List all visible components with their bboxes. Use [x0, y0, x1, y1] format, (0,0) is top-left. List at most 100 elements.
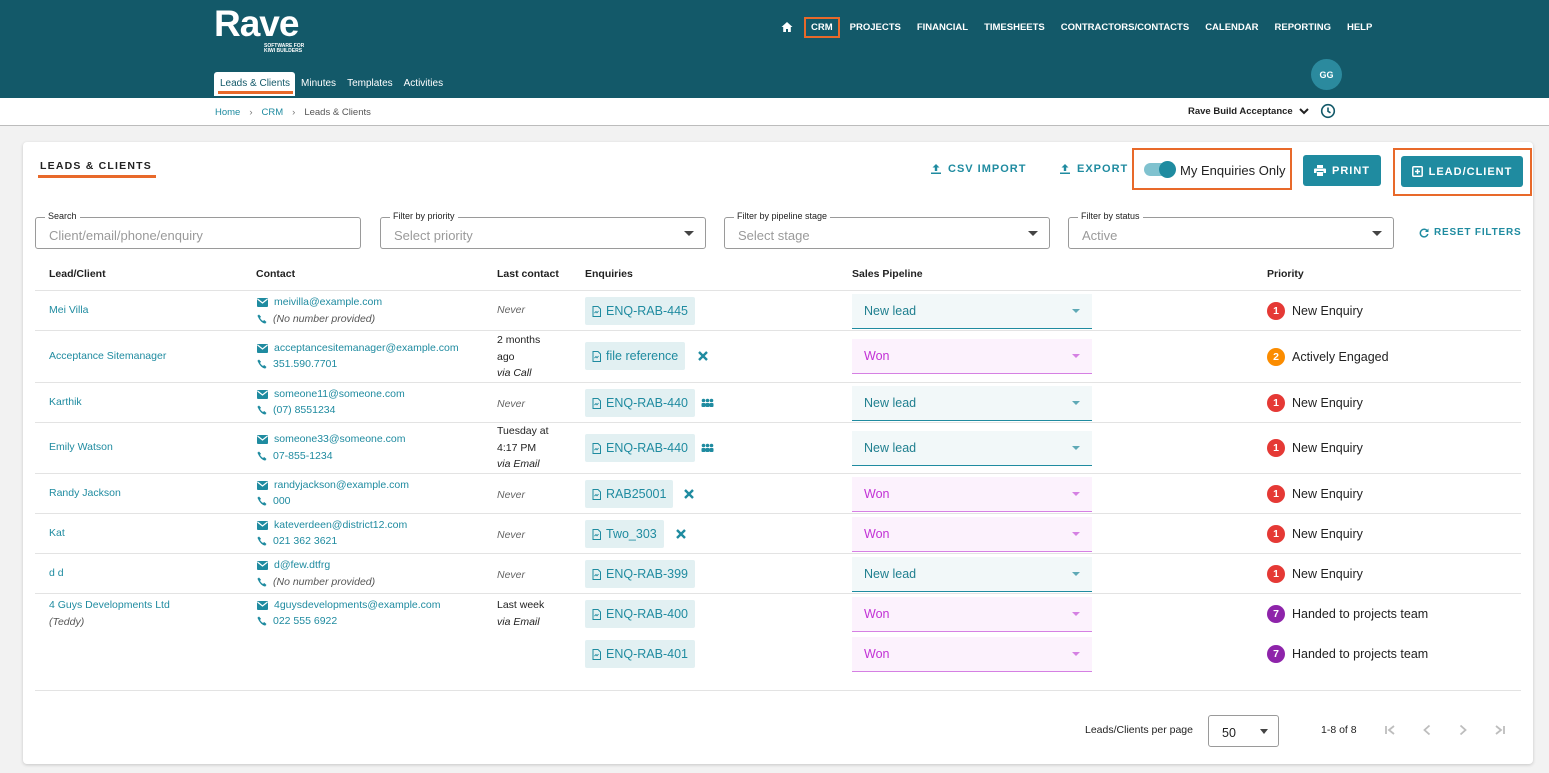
contact-email[interactable]: 4guysdevelopments@example.com [257, 599, 441, 611]
my-enquiries-label[interactable]: My Enquiries Only [1180, 163, 1285, 178]
col-header-priority[interactable]: Priority [1267, 268, 1304, 280]
home-icon[interactable] [780, 20, 794, 34]
per-page-select[interactable]: 50 [1208, 715, 1279, 747]
table-row[interactable]: Mei Villa meivilla@example.com (No numbe… [35, 290, 1521, 330]
enquiry-chip[interactable]: ENQ-RAB-401 [585, 640, 695, 668]
nav-financial[interactable]: FINANCIAL [911, 18, 974, 37]
table-row[interactable]: Kat kateverdeen@district12.com 021 362 3… [35, 513, 1521, 553]
people-group-icon [701, 443, 714, 452]
enquiry-chip[interactable]: ENQ-RAB-440 [585, 434, 695, 462]
lead-name-link[interactable]: 4 Guys Developments Ltd [49, 599, 170, 611]
nav-reporting[interactable]: REPORTING [1269, 18, 1337, 37]
pipeline-stage-select[interactable]: Won [852, 597, 1092, 632]
nav-calendar[interactable]: CALENDAR [1199, 18, 1264, 37]
contact-email[interactable]: someone33@someone.com [257, 433, 405, 445]
enquiry-chip[interactable]: ENQ-RAB-445 [585, 297, 695, 325]
stage-filter-select[interactable]: Filter by pipeline stage Select stage [724, 211, 1050, 249]
lead-name-link[interactable]: Randy Jackson [49, 487, 121, 499]
contact-phone[interactable]: 351.590.7701 [257, 358, 337, 370]
nav-contractors-contacts[interactable]: CONTRACTORS/CONTACTS [1055, 18, 1195, 37]
nav-projects[interactable]: PROJECTS [844, 18, 907, 37]
contact-phone[interactable]: 022 555 6922 [257, 615, 337, 627]
email-text: randyjackson@example.com [274, 479, 409, 491]
tab-minutes[interactable]: Minutes [295, 72, 341, 96]
table-row[interactable]: Emily Watson someone33@someone.com 07-85… [35, 422, 1521, 473]
breadcrumb: Home › CRM › Leads & Clients [215, 107, 371, 118]
rave-logo[interactable]: Rave SOFTWARE FOR KIWI BUILDERS [214, 5, 304, 54]
enquiry-chip[interactable]: ENQ-RAB-440 [585, 389, 695, 417]
prev-page-icon[interactable] [1420, 723, 1434, 737]
contact-email[interactable]: d@few.dtfrg [257, 559, 330, 571]
pipeline-stage-select[interactable]: New lead [852, 386, 1092, 421]
history-clock-icon[interactable] [1320, 103, 1336, 119]
user-avatar[interactable]: GG [1311, 59, 1342, 90]
enquiry-chip[interactable]: Two_303 [585, 520, 664, 548]
csv-import-button[interactable]: CSV IMPORT [930, 163, 1026, 175]
lead-name-link[interactable]: Mei Villa [49, 304, 89, 316]
my-enquiries-switch[interactable] [1144, 161, 1176, 178]
breadcrumb-crm[interactable]: CRM [262, 107, 284, 118]
export-button[interactable]: EXPORT [1059, 163, 1128, 175]
print-button[interactable]: PRINT [1303, 155, 1381, 186]
per-page-value: 50 [1222, 726, 1236, 740]
project-selector[interactable]: Rave Build Acceptance [1188, 106, 1309, 117]
tab-activities[interactable]: Activities [398, 72, 448, 96]
col-header-last-contact[interactable]: Last contact [497, 268, 559, 280]
next-page-icon[interactable] [1456, 723, 1470, 737]
contact-email[interactable]: meivilla@example.com [257, 296, 382, 308]
pipeline-stage-select[interactable]: Won [852, 339, 1092, 374]
tab-leads-clients[interactable]: Leads & Clients [214, 72, 296, 96]
pipeline-stage-select[interactable]: Won [852, 517, 1092, 552]
contact-email[interactable]: kateverdeen@district12.com [257, 519, 407, 531]
new-lead-client-button[interactable]: LEAD/CLIENT [1401, 156, 1523, 187]
contact-phone: (No number provided) [257, 313, 375, 325]
lead-name-link[interactable]: Karthik [49, 396, 82, 408]
refresh-icon [1419, 228, 1429, 238]
last-page-icon[interactable] [1493, 723, 1507, 737]
tab-templates[interactable]: Templates [341, 72, 398, 96]
last-contact-via: via Email [497, 615, 540, 628]
table-row[interactable]: 4 Guys Developments Ltd (Teddy) 4guysdev… [35, 593, 1521, 690]
breadcrumb-home[interactable]: Home [215, 107, 240, 118]
reset-filters-button[interactable]: RESET FILTERS [1419, 227, 1521, 238]
enquiry-chip[interactable]: ENQ-RAB-399 [585, 560, 695, 588]
document-icon [592, 488, 601, 500]
status-filter-select[interactable]: Filter by status Active [1068, 211, 1394, 249]
table-row[interactable]: Acceptance Sitemanager acceptancesiteman… [35, 330, 1521, 382]
nav-timesheets[interactable]: TIMESHEETS [978, 18, 1051, 37]
col-header-enquiries[interactable]: Enquiries [585, 268, 633, 280]
table-row[interactable]: Karthik someone11@someone.com (07) 85512… [35, 382, 1521, 422]
lead-name-link[interactable]: d d [49, 567, 64, 579]
pipeline-stage-select[interactable]: Won [852, 477, 1092, 512]
last-contact: Never [497, 489, 526, 501]
col-header-sales-pipeline[interactable]: Sales Pipeline [852, 268, 923, 280]
enquiry-chip[interactable]: file reference [585, 342, 686, 370]
pipeline-stage-select[interactable]: New lead [852, 557, 1092, 592]
contact-phone[interactable]: 021 362 3621 [257, 535, 337, 547]
contact-email[interactable]: someone11@someone.com [257, 388, 405, 400]
contact-phone[interactable]: 07-855-1234 [257, 450, 333, 462]
nav-help[interactable]: HELP [1341, 18, 1378, 37]
col-header-contact[interactable]: Contact [256, 268, 295, 280]
table-row[interactable]: Randy Jackson randyjackson@example.com 0… [35, 473, 1521, 513]
csv-import-label: CSV IMPORT [948, 163, 1027, 175]
priority-filter-select[interactable]: Filter by priority Select priority [380, 211, 706, 249]
enquiry-chip[interactable]: ENQ-RAB-400 [585, 600, 695, 628]
contact-email[interactable]: randyjackson@example.com [257, 479, 409, 491]
lead-name-link[interactable]: Kat [49, 527, 65, 539]
col-header-lead-client[interactable]: Lead/Client [49, 268, 106, 280]
search-input[interactable]: Search Client/email/phone/enquiry [35, 211, 361, 249]
pipeline-stage-select[interactable]: New lead [852, 431, 1092, 466]
nav-crm[interactable]: CRM [804, 16, 840, 38]
enquiry-chip[interactable]: RAB25001 [585, 480, 674, 508]
table-row[interactable]: d d d@few.dtfrg (No number provided) Nev… [35, 553, 1521, 593]
pipeline-stage-select[interactable]: New lead [852, 294, 1092, 329]
contact-email[interactable]: acceptancesitemanager@example.com [257, 342, 459, 354]
contact-phone[interactable]: (07) 8551234 [257, 404, 335, 416]
pipeline-stage-select[interactable]: Won [852, 637, 1092, 672]
first-page-icon[interactable] [1383, 723, 1397, 737]
lead-name-link[interactable]: Emily Watson [49, 441, 113, 453]
lead-name-link[interactable]: Acceptance Sitemanager [49, 350, 166, 362]
contact-phone[interactable]: 000 [257, 495, 291, 507]
phone-text: (No number provided) [273, 313, 376, 325]
